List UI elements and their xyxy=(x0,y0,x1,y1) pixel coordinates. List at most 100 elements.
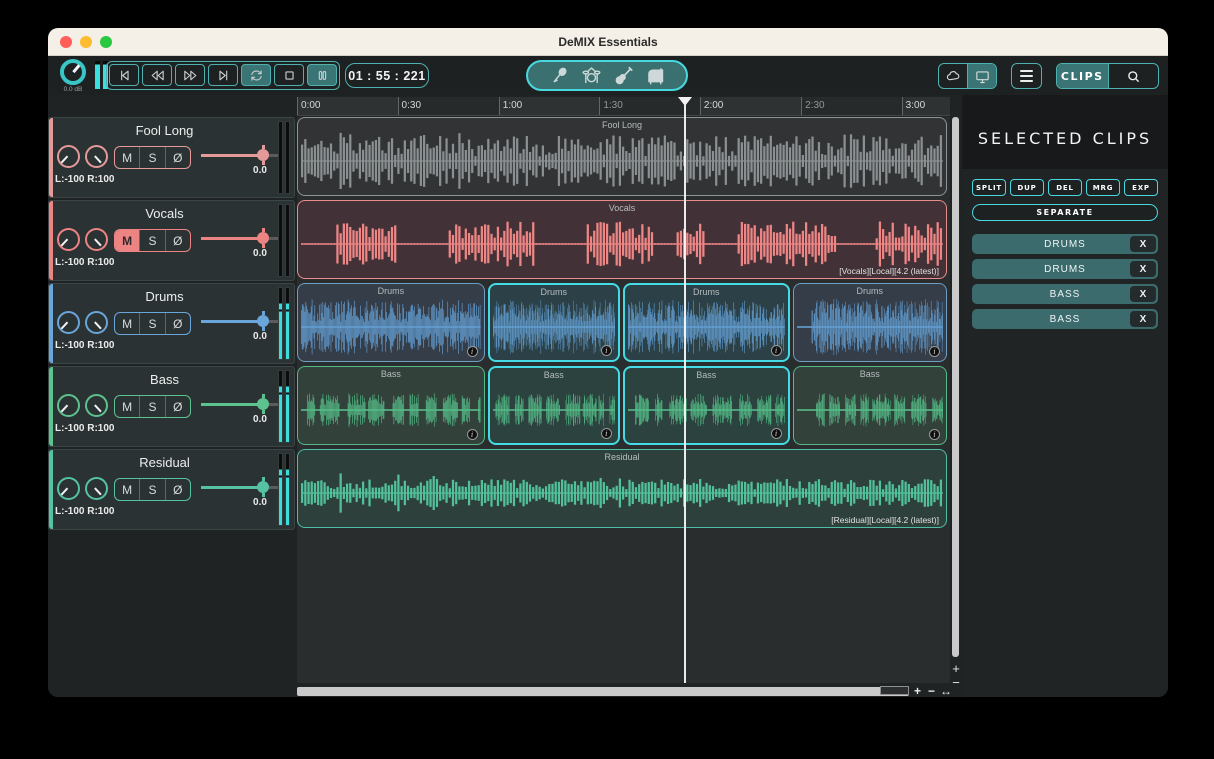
mute-button[interactable]: M xyxy=(115,396,139,417)
v-scroll-thumb[interactable] xyxy=(952,117,959,657)
track-header[interactable]: Fool LongMSØL:-100 R:1000.0 xyxy=(48,117,295,198)
loop-button[interactable] xyxy=(241,64,271,86)
volume-slider[interactable] xyxy=(201,314,281,328)
h-scroll-thumb[interactable] xyxy=(880,686,909,695)
ruler-tick[interactable]: 1:00 xyxy=(499,97,600,116)
del-button[interactable]: DEL xyxy=(1048,179,1082,196)
volume-slider[interactable] xyxy=(201,480,281,494)
remove-clip-button[interactable]: X xyxy=(1130,286,1156,302)
piano-icon[interactable] xyxy=(645,65,666,86)
solo-button[interactable]: S xyxy=(139,147,164,168)
selected-clip-item[interactable]: DRUMSX xyxy=(972,234,1158,254)
v-zoom-out-button[interactable]: − xyxy=(950,676,962,689)
zoom-window-button[interactable] xyxy=(100,36,112,48)
mute-button[interactable]: M xyxy=(115,230,139,251)
clip[interactable]: Residual[Residual][Local][4.2 (latest)] xyxy=(297,449,947,528)
phase-button[interactable]: Ø xyxy=(165,147,190,168)
volume-slider-thumb[interactable] xyxy=(257,232,269,244)
clip-info-badge[interactable]: i xyxy=(771,428,782,439)
menu-button[interactable] xyxy=(1011,63,1042,89)
clip-info-badge[interactable]: i xyxy=(601,345,612,356)
clip-info-badge[interactable]: i xyxy=(771,345,782,356)
pan-knob-left[interactable] xyxy=(57,311,80,334)
playhead-marker[interactable] xyxy=(678,97,692,106)
h-zoom-out-button[interactable]: − xyxy=(928,684,935,697)
pan-knob-left[interactable] xyxy=(57,228,80,251)
solo-button[interactable]: S xyxy=(139,479,164,500)
track-header[interactable]: VocalsMSØL:-100 R:1000.0 xyxy=(48,200,295,281)
skip-to-end-button[interactable] xyxy=(208,64,238,86)
track-header[interactable]: DrumsMSØL:-100 R:1000.0 xyxy=(48,283,295,364)
volume-slider-thumb[interactable] xyxy=(257,149,269,161)
stop-button[interactable] xyxy=(274,64,304,86)
close-window-button[interactable] xyxy=(60,36,72,48)
clip[interactable]: Drumsi xyxy=(793,283,947,362)
volume-slider-thumb[interactable] xyxy=(257,398,269,410)
master-volume-knob[interactable] xyxy=(60,59,86,85)
split-button[interactable]: SPLIT xyxy=(972,179,1006,196)
pan-knob-right[interactable] xyxy=(85,311,108,334)
clip-info-badge[interactable]: i xyxy=(601,428,612,439)
drum-kit-icon[interactable] xyxy=(581,65,602,86)
remove-clip-button[interactable]: X xyxy=(1130,236,1156,252)
clip[interactable]: Drumsi xyxy=(623,283,790,362)
pan-knob-left[interactable] xyxy=(57,394,80,417)
minimize-window-button[interactable] xyxy=(80,36,92,48)
ruler-tick[interactable]: 0:30 xyxy=(398,97,499,116)
phase-button[interactable]: Ø xyxy=(165,230,190,251)
clip-info-badge[interactable]: i xyxy=(467,429,478,440)
clip-info-badge[interactable]: i xyxy=(929,429,940,440)
ruler-tick[interactable]: 3:00 xyxy=(902,97,950,116)
ruler-tick[interactable]: 2:00 xyxy=(700,97,801,116)
search-tab-button[interactable] xyxy=(1108,64,1159,88)
volume-slider[interactable] xyxy=(201,231,281,245)
skip-to-start-button[interactable] xyxy=(109,64,139,86)
timeline-ruler[interactable]: 0:000:301:001:302:002:303:00 xyxy=(297,97,950,116)
remove-clip-button[interactable]: X xyxy=(1130,261,1156,277)
rewind-button[interactable] xyxy=(142,64,172,86)
microphone-icon[interactable] xyxy=(549,65,570,86)
h-zoom-in-button[interactable]: + xyxy=(914,684,921,697)
guitar-icon[interactable] xyxy=(613,65,634,86)
volume-slider-thumb[interactable] xyxy=(257,315,269,327)
pan-knob-left[interactable] xyxy=(57,145,80,168)
clip[interactable]: Fool Long xyxy=(297,117,947,196)
cloud-button[interactable] xyxy=(939,64,967,88)
selected-clip-item[interactable]: BASSX xyxy=(972,284,1158,304)
selected-clip-item[interactable]: BASSX xyxy=(972,309,1158,329)
phase-button[interactable]: Ø xyxy=(165,479,190,500)
mrg-button[interactable]: MRG xyxy=(1086,179,1120,196)
fast-forward-button[interactable] xyxy=(175,64,205,86)
clip[interactable]: Vocals[Vocals][Local][4.2 (latest)] xyxy=(297,200,947,279)
ruler-tick[interactable]: 0:00 xyxy=(297,97,398,116)
stem-filter-pill[interactable] xyxy=(526,60,688,91)
exp-button[interactable]: EXP xyxy=(1124,179,1158,196)
pan-knob-right[interactable] xyxy=(85,394,108,417)
clip[interactable]: Bassi xyxy=(488,366,620,445)
mute-button[interactable]: M xyxy=(115,147,139,168)
ruler-tick[interactable]: 2:30 xyxy=(801,97,902,116)
pan-knob-right[interactable] xyxy=(85,477,108,500)
phase-button[interactable]: Ø xyxy=(165,313,190,334)
track-header[interactable]: ResidualMSØL:-100 R:1000.0 xyxy=(48,449,295,530)
volume-slider[interactable] xyxy=(201,148,281,162)
separate-button[interactable]: SEPARATE xyxy=(972,204,1158,221)
dup-button[interactable]: DUP xyxy=(1010,179,1044,196)
clip[interactable]: Bassi xyxy=(623,366,790,445)
titlebar[interactable]: DeMIX Essentials xyxy=(48,28,1168,56)
pan-knob-left[interactable] xyxy=(57,477,80,500)
clips-tab-button[interactable]: CLIPS xyxy=(1057,64,1108,88)
clip-info-badge[interactable]: i xyxy=(929,346,940,357)
remove-clip-button[interactable]: X xyxy=(1130,311,1156,327)
clip[interactable]: Bassi xyxy=(793,366,947,445)
clip[interactable]: Drumsi xyxy=(488,283,620,362)
track-header[interactable]: BassMSØL:-100 R:1000.0 xyxy=(48,366,295,447)
solo-button[interactable]: S xyxy=(139,230,164,251)
v-zoom-in-button[interactable]: + xyxy=(950,662,962,675)
volume-slider-thumb[interactable] xyxy=(257,481,269,493)
selected-clip-item[interactable]: DRUMSX xyxy=(972,259,1158,279)
clip-info-badge[interactable]: i xyxy=(467,346,478,357)
pause-button[interactable] xyxy=(307,64,337,86)
solo-button[interactable]: S xyxy=(139,396,164,417)
mute-button[interactable]: M xyxy=(115,313,139,334)
